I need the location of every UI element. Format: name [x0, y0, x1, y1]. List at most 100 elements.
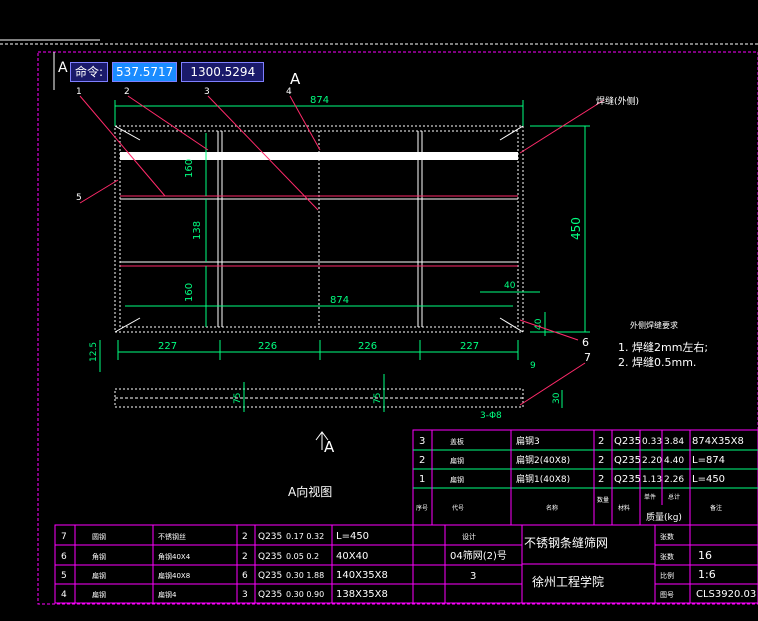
count-label: 张数 [660, 552, 674, 561]
svg-text:0.30 0.90: 0.30 0.90 [286, 590, 324, 599]
bom-left-row-3: 5 扁钢 扁钢40X8 6 Q235 0.30 1.88 140X35X8 [61, 570, 388, 581]
svg-text:L=874: L=874 [692, 455, 725, 466]
dim-height: 450 [569, 217, 583, 240]
dynamic-input-bar[interactable]: 命令: 537.5717 1300.5294 [70, 62, 265, 82]
svg-text:2: 2 [242, 552, 248, 562]
svg-text:4: 4 [61, 590, 67, 600]
svg-text:代号: 代号 [452, 504, 464, 512]
svg-text:0.17 0.32: 0.17 0.32 [286, 532, 324, 541]
callout-2: 2 [124, 87, 130, 97]
svg-text:5: 5 [61, 571, 67, 581]
callout-6: 6 [582, 336, 589, 349]
drawing-count: 3 [470, 571, 476, 582]
notes-title: 外侧焊缝要求 [630, 320, 678, 330]
svg-text:扁钢1(40X8): 扁钢1(40X8) [516, 473, 570, 485]
svg-text:扁钢3: 扁钢3 [516, 435, 540, 447]
svg-text:2.20: 2.20 [642, 456, 662, 466]
svg-text:角钢40X4: 角钢40X4 [158, 552, 191, 561]
dim-bay-3: 226 [358, 341, 377, 352]
svg-text:Q235: Q235 [614, 455, 641, 466]
dimensions [99, 100, 590, 408]
school-name: 徐州工程学院 [532, 574, 604, 589]
svg-text:扁钢: 扁钢 [450, 456, 464, 465]
svg-text:0.30 1.88: 0.30 1.88 [286, 571, 324, 580]
callout-7: 7 [584, 351, 591, 364]
dim-row-160-top: 160 [184, 159, 195, 178]
svg-text:4.40: 4.40 [664, 456, 684, 466]
svg-text:L=450: L=450 [336, 531, 369, 542]
dim-9: 9 [530, 361, 536, 371]
svg-text:2: 2 [598, 436, 604, 447]
bom-left-row-1: 7 圆钢 不锈钢丝 2 Q235 0.17 0.32 L=450 [61, 531, 369, 542]
x-coordinate-input[interactable]: 537.5717 [112, 62, 178, 82]
callout-4: 4 [286, 87, 292, 97]
drawing-name: 不锈钢条缝筛网 [524, 535, 608, 550]
sheet-value: 16 [698, 549, 712, 562]
dim-bay-2: 226 [258, 341, 277, 352]
dim-side-small: 40 [504, 281, 516, 291]
svg-text:质量(kg): 质量(kg) [646, 511, 682, 523]
svg-text:总计: 总计 [668, 493, 680, 501]
svg-text:Q235: Q235 [258, 590, 282, 600]
svg-text:扁钢: 扁钢 [92, 590, 106, 599]
svg-text:2: 2 [419, 455, 425, 466]
dim-row-138: 138 [192, 221, 203, 240]
notes-line-1: 1. 焊缝2mm左右; [618, 340, 708, 354]
svg-text:圆钢: 圆钢 [92, 532, 106, 541]
dim-overall-width: 874 [310, 95, 329, 106]
svg-text:874X35X8: 874X35X8 [692, 436, 744, 447]
dim-bay-4: 227 [460, 341, 479, 352]
dim-3-08: 3-Φ8 [480, 411, 502, 421]
svg-text:单件: 单件 [644, 493, 656, 501]
notes-line-2: 2. 焊缝0.5mm. [618, 355, 696, 369]
bom-right-header: 序号 代号 名称 数量 材料 单件 总计 质量(kg) 备注 [416, 493, 722, 523]
svg-text:3: 3 [242, 590, 248, 600]
weld-label: 焊缝(外侧) [596, 95, 639, 107]
svg-text:2: 2 [242, 532, 248, 542]
svg-text:Q235: Q235 [614, 436, 641, 447]
svg-text:不锈钢丝: 不锈钢丝 [158, 532, 186, 541]
dim-row-160-bottom: 160 [184, 283, 195, 302]
command-label: 命令: [70, 62, 109, 82]
drawing-code: 04筛网(2)号 [450, 549, 507, 562]
svg-text:备注: 备注 [710, 504, 722, 512]
svg-text:3: 3 [419, 436, 425, 447]
callout-1: 1 [76, 87, 82, 97]
callout-5: 5 [76, 193, 82, 203]
callout-leaders [79, 95, 605, 406]
svg-text:序号: 序号 [416, 504, 428, 512]
callout-3: 3 [204, 87, 210, 97]
svg-text:6: 6 [242, 571, 248, 581]
drawing-no: CLS3920.03 [696, 589, 756, 600]
svg-text:扁钢: 扁钢 [92, 571, 106, 580]
y-coordinate-input[interactable]: 1300.5294 [181, 62, 265, 82]
svg-text:140X35X8: 140X35X8 [336, 570, 388, 581]
drawing-canvas[interactable]: A A A 874 874 160 138 160 450 227 226 22… [0, 0, 758, 621]
svg-text:扁钢40X8: 扁钢40X8 [158, 571, 190, 580]
svg-text:2: 2 [598, 474, 604, 485]
bom-left-row-4: 4 扁钢 扁钢4 3 Q235 0.30 0.90 138X35X8 [61, 589, 388, 600]
svg-text:盖板: 盖板 [450, 437, 464, 446]
bom-right-row-1: 3 盖板 扁钢3 2 Q235 0.33 3.84 874X35X8 [419, 435, 744, 447]
svg-text:6: 6 [61, 552, 67, 562]
svg-text:L=450: L=450 [692, 474, 725, 485]
bom-left-row-2: 6 角钢 角钢40X4 2 Q235 0.05 0.2 40X40 [61, 551, 368, 562]
svg-text:7: 7 [61, 532, 67, 542]
view-mark-left: A [58, 60, 68, 76]
svg-text:Q235: Q235 [258, 552, 282, 562]
dim-bottom-small: 30 [552, 392, 562, 404]
scale-value: 1:6 [698, 568, 716, 581]
design-label: 设计 [462, 532, 476, 541]
dim-inner-width: 874 [330, 295, 349, 306]
grate-front-view [114, 125, 524, 333]
svg-text:扁钢4: 扁钢4 [158, 590, 177, 599]
svg-text:Q235: Q235 [614, 474, 641, 485]
svg-text:40X40: 40X40 [336, 551, 368, 562]
svg-text:1.13: 1.13 [642, 475, 662, 485]
svg-text:角钢: 角钢 [92, 552, 106, 561]
svg-text:1: 1 [419, 474, 425, 485]
svg-text:材料: 材料 [618, 504, 630, 512]
sheet-label: 张数 [660, 532, 674, 541]
view-mark-top: A [290, 70, 301, 88]
view-mark-bottom: A [324, 438, 335, 456]
